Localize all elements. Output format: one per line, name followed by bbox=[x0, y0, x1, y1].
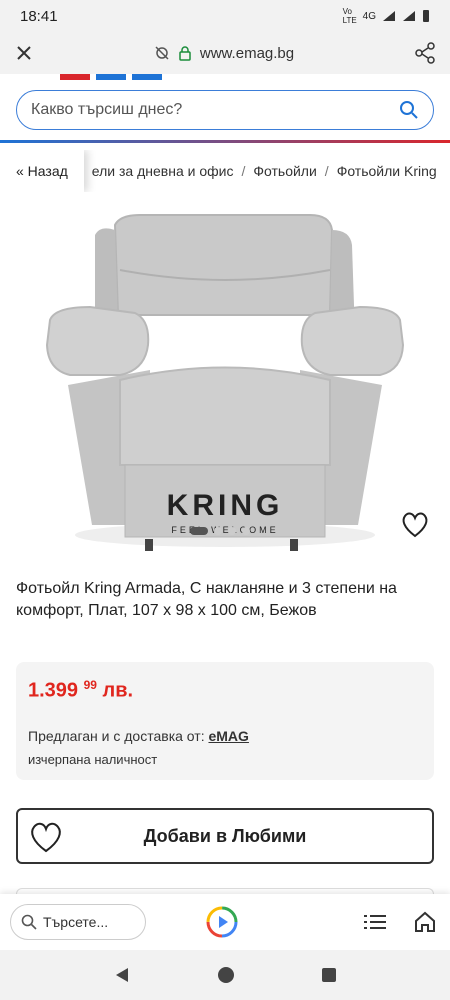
carousel-dot[interactable] bbox=[190, 527, 208, 535]
clock: 18:41 bbox=[20, 7, 58, 25]
network-indicator: 4G bbox=[362, 10, 376, 22]
price-main: 1.399 bbox=[28, 679, 79, 702]
image-carousel-dots bbox=[190, 527, 250, 535]
price-currency: лв. bbox=[102, 679, 134, 702]
back-icon[interactable] bbox=[113, 966, 131, 984]
add-to-favorites-button[interactable]: Добави в Любими bbox=[16, 808, 434, 864]
close-icon[interactable] bbox=[14, 43, 34, 63]
home-circle-icon[interactable] bbox=[217, 966, 235, 984]
carousel-dot[interactable] bbox=[214, 527, 222, 535]
breadcrumb-separator: / bbox=[324, 163, 329, 179]
signal-icon bbox=[383, 11, 395, 21]
assistant-icon[interactable] bbox=[206, 906, 238, 938]
toolbar-search-button[interactable]: Търсете... bbox=[10, 904, 146, 940]
search-icon bbox=[21, 914, 37, 930]
heart-icon[interactable] bbox=[400, 510, 430, 538]
status-bar: 18:41 Vo LTE 4G bbox=[0, 0, 450, 32]
breadcrumb-item[interactable]: ели за дневна и офис bbox=[92, 163, 234, 179]
add-to-favorites-label: Добави в Любими bbox=[143, 825, 307, 846]
carousel-dot[interactable] bbox=[242, 527, 250, 535]
emag-logo[interactable] bbox=[60, 74, 170, 80]
browser-url-bar: www.emag.bg bbox=[0, 32, 450, 74]
share-icon[interactable] bbox=[414, 42, 436, 64]
system-nav-bar bbox=[0, 950, 450, 1000]
battery-icon bbox=[423, 10, 429, 22]
breadcrumb-item[interactable]: Фотьойли bbox=[253, 163, 316, 179]
menu-icon[interactable] bbox=[364, 914, 386, 930]
url-text: www.emag.bg bbox=[199, 44, 295, 62]
breadcrumb-separator: / bbox=[241, 163, 246, 179]
brand-logo-text: KRING bbox=[167, 489, 284, 522]
price-cents: 99 bbox=[83, 678, 97, 692]
stock-status: изчерпана наличност bbox=[28, 752, 158, 767]
product-title: Фотьойл Kring Armada, С накланяне и 3 ст… bbox=[16, 580, 397, 619]
seller-link[interactable]: eMAG bbox=[208, 728, 248, 744]
search-input[interactable]: Какво търсиш днес? bbox=[16, 90, 434, 130]
signal-icon-2 bbox=[403, 11, 415, 21]
heart-icon bbox=[31, 822, 61, 853]
product-image[interactable]: KRING FEEL WELCOME bbox=[0, 195, 450, 555]
bottom-toolbar: Търсете... bbox=[0, 894, 450, 950]
seller-info: Предлаган и с доставка от: eMAG bbox=[28, 728, 249, 744]
seller-prefix: Предлаган и с доставка от: bbox=[28, 728, 205, 744]
volte-indicator: Vo LTE bbox=[342, 7, 357, 25]
recents-icon[interactable] bbox=[321, 967, 337, 983]
product-price: 1.399 99 лв. bbox=[28, 678, 133, 703]
home-icon[interactable] bbox=[414, 911, 436, 933]
lock-icon bbox=[179, 46, 191, 61]
breadcrumb-item[interactable]: Фотьойли Kring bbox=[337, 163, 437, 179]
breadcrumb: « Назад ели за дневна и офис / Фотьойли … bbox=[0, 150, 450, 192]
status-icons: Vo LTE 4G bbox=[343, 7, 430, 25]
tracking-off-icon bbox=[155, 46, 169, 60]
offer-box: 1.399 99 лв. Предлаган и с доставка от: … bbox=[16, 662, 434, 780]
url-display[interactable]: www.emag.bg bbox=[34, 45, 414, 62]
toolbar-search-label: Търсете... bbox=[43, 914, 109, 930]
carousel-dot[interactable] bbox=[228, 527, 236, 535]
search-icon[interactable] bbox=[399, 100, 419, 120]
back-button[interactable]: « Назад bbox=[0, 150, 84, 192]
header-divider bbox=[0, 140, 450, 143]
site-header: Какво търсиш днес? bbox=[0, 74, 450, 148]
search-placeholder: Какво търсиш днес? bbox=[31, 101, 183, 118]
